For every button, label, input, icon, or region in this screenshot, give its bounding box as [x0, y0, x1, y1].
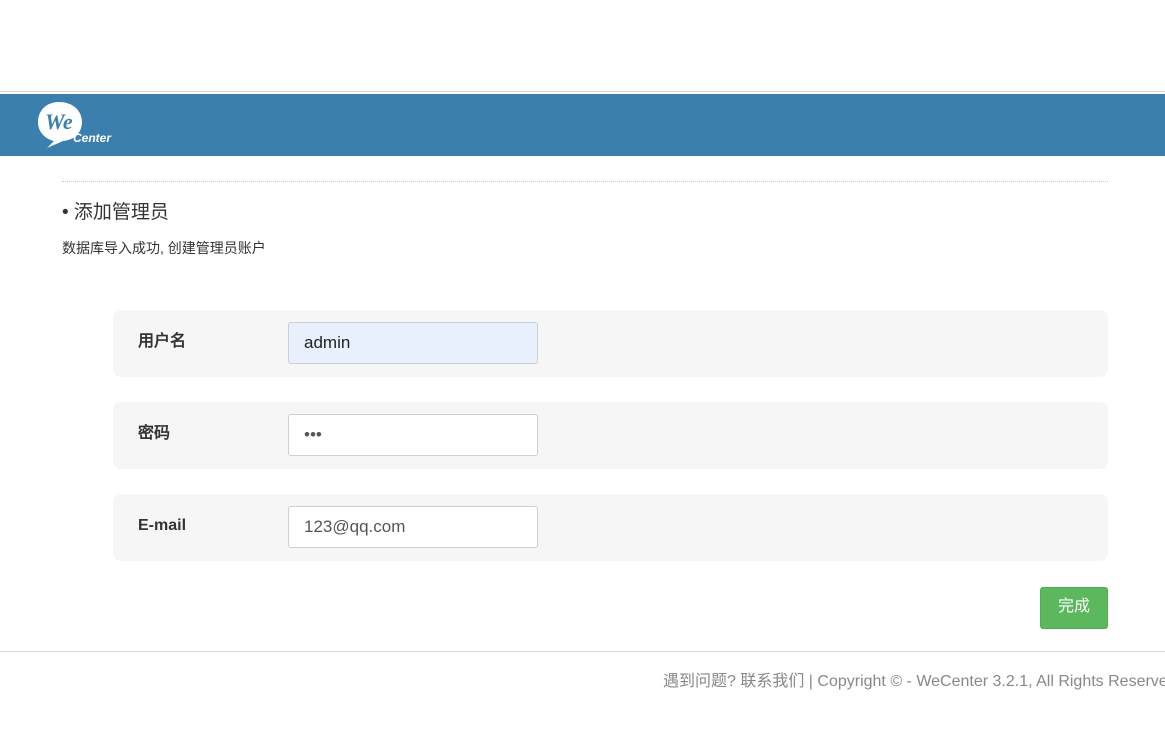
form-row-username: 用户名: [113, 310, 1108, 377]
finish-button[interactable]: 完成: [1040, 587, 1108, 629]
top-blank-area: [0, 0, 1165, 92]
username-input[interactable]: [288, 322, 538, 364]
wecenter-logo[interactable]: We Center: [37, 100, 127, 150]
form-row-email: E-mail: [113, 494, 1108, 561]
footer-copyright: 遇到问题? 联系我们 | Copyright © - WeCenter 3.2.…: [663, 673, 1165, 690]
footer-divider: [0, 651, 1165, 652]
logo-main-text: We: [45, 109, 73, 134]
logo-bubble-icon: We Center: [38, 102, 112, 148]
section-divider: [62, 181, 1108, 182]
username-label: 用户名: [138, 333, 187, 350]
section-description: 数据库导入成功, 创建管理员账户: [62, 240, 266, 256]
section-title: • 添加管理员: [62, 202, 169, 223]
password-input[interactable]: [288, 414, 538, 456]
password-label: 密码: [138, 425, 171, 442]
header-bar: We Center: [0, 94, 1165, 156]
form-row-password: 密码: [113, 402, 1108, 469]
logo-sub-text: Center: [73, 131, 112, 145]
email-input[interactable]: [288, 506, 538, 548]
email-label: E-mail: [138, 517, 187, 534]
